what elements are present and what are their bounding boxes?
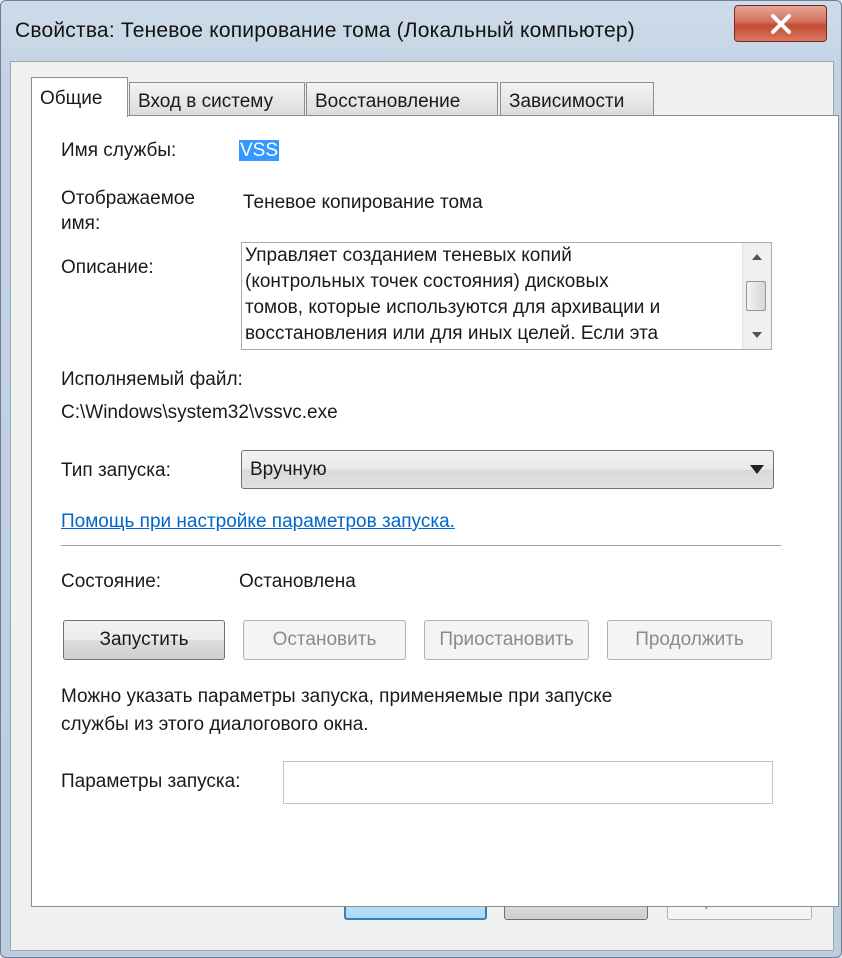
stop-button[interactable]: Остановить [243, 620, 406, 660]
service-name-selected-text: VSS [239, 140, 280, 161]
description-text: Управляет созданием теневых копий (контр… [245, 243, 735, 347]
start-button[interactable]: Запустить [63, 620, 225, 660]
chevron-down-icon [750, 465, 764, 474]
service-name-label: Имя службы: [61, 140, 177, 161]
close-button[interactable] [734, 5, 827, 42]
params-hint-line-2: службы из этого диалогового окна. [61, 714, 369, 735]
executable-label: Исполняемый файл: [61, 369, 243, 390]
general-tab-panel: Имя службы: VSS Отображаемое имя: Тенево… [31, 115, 839, 907]
executable-path: C:\Windows\system32\vssvc.exe [61, 402, 338, 423]
display-name-label-line-2: имя: [61, 213, 101, 234]
startup-type-value: Вручную [250, 459, 327, 480]
description-label: Описание: [61, 257, 154, 278]
description-line: томов, которые используются для архиваци… [245, 297, 661, 318]
description-scrollbar[interactable] [742, 243, 771, 349]
description-line: Управляет созданием теневых копий [245, 245, 572, 266]
description-line: (контрольных точек состояния) дисковых [245, 271, 609, 292]
status-value: Остановлена [239, 571, 356, 592]
tab-logon[interactable]: Вход в систему [129, 82, 305, 115]
dialog-client-area: Общие Вход в систему Восстановление Зави… [10, 61, 839, 951]
tab-recovery[interactable]: Восстановление [306, 82, 498, 115]
window-title: Свойства: Теневое копирование тома (Лока… [15, 19, 635, 42]
separator [61, 545, 781, 547]
params-label: Параметры запуска: [61, 771, 241, 792]
display-name-value: Теневое копирование тома [243, 192, 483, 213]
description-box[interactable]: Управляет созданием теневых копий (контр… [241, 242, 772, 350]
title-bar[interactable]: Свойства: Теневое копирование тома (Лока… [1, 1, 841, 61]
display-name-label-line-1: Отображаемое [61, 188, 195, 209]
close-icon [771, 14, 791, 34]
scroll-thumb[interactable] [746, 281, 766, 311]
properties-window: Свойства: Теневое копирование тома (Лока… [0, 0, 842, 958]
tab-dependencies[interactable]: Зависимости [500, 82, 654, 115]
service-name-value[interactable]: VSS [239, 140, 280, 162]
startup-type-label: Тип запуска: [61, 460, 171, 481]
startup-type-select[interactable]: Вручную [241, 450, 774, 489]
status-label: Состояние: [61, 571, 162, 592]
tab-general[interactable]: Общие [31, 77, 128, 117]
resume-button[interactable]: Продолжить [607, 620, 772, 660]
pause-button[interactable]: Приостановить [424, 620, 589, 660]
scroll-up-icon[interactable] [743, 245, 771, 269]
scroll-down-icon[interactable] [743, 323, 771, 347]
description-line: восстановления или для иных целей. Если … [245, 323, 659, 344]
params-hint-line-1: Можно указать параметры запуска, применя… [61, 686, 613, 707]
startup-help-link[interactable]: Помощь при настройке параметров запуска. [61, 511, 455, 533]
params-input[interactable] [283, 761, 773, 804]
